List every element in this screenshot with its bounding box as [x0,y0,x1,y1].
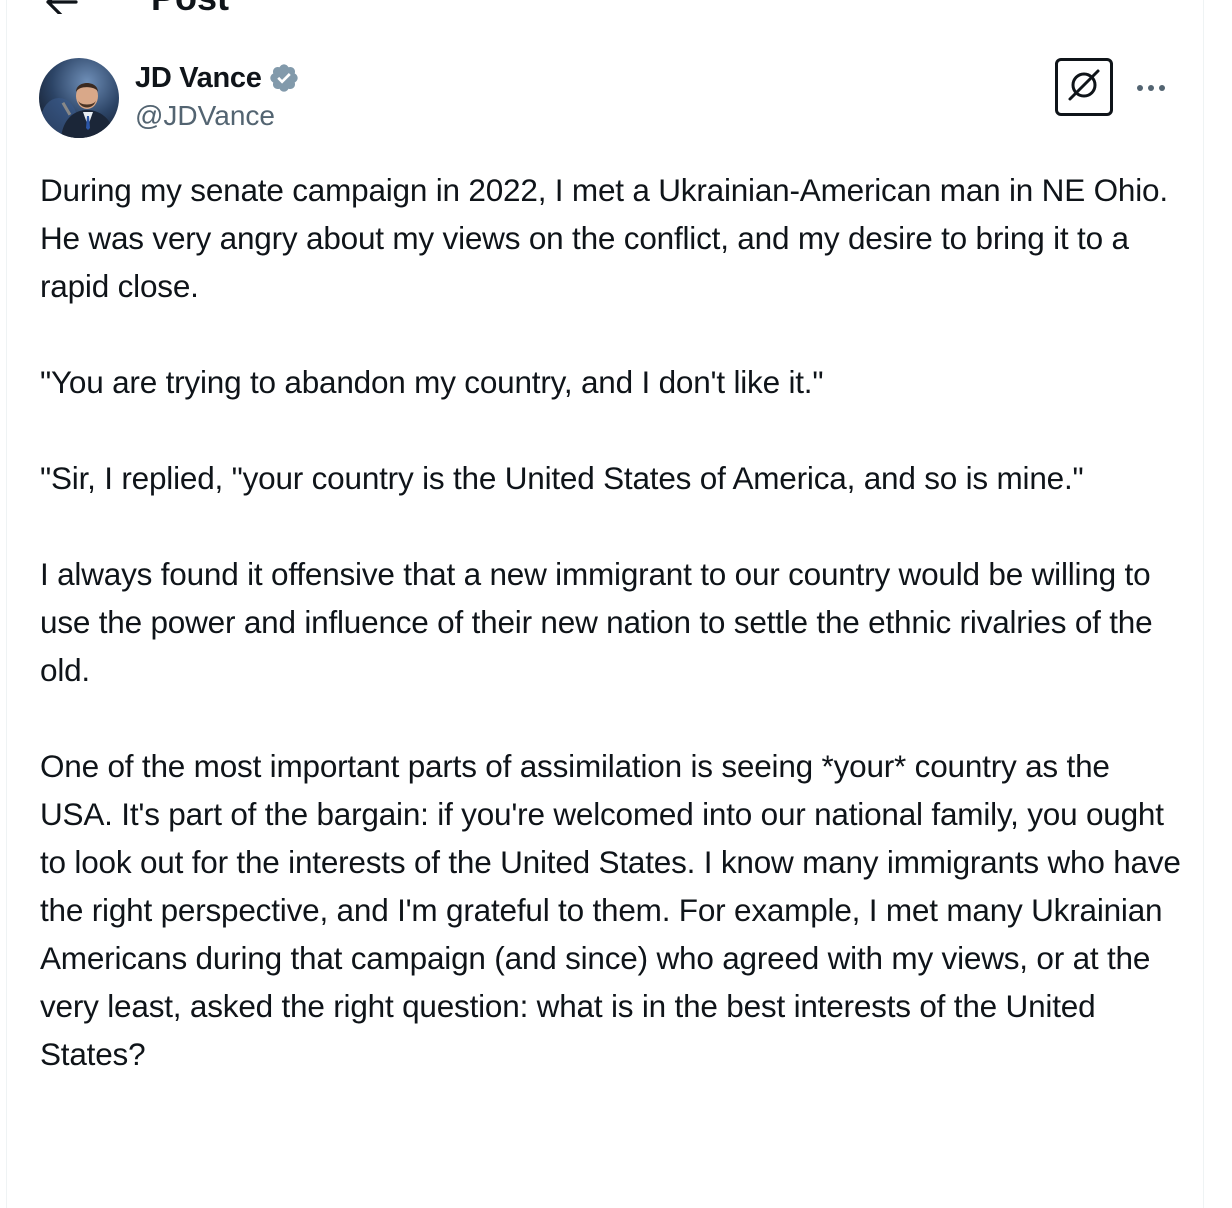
grok-icon [1065,66,1103,109]
author-name[interactable]: JD Vance [135,62,262,95]
back-arrow-icon[interactable] [40,0,80,18]
avatar[interactable] [39,58,119,138]
more-horizontal-icon [1136,79,1166,97]
post-paragraph: One of the most important parts of assim… [40,748,1181,1072]
post-paragraph: During my senate campaign in 2022, I met… [40,172,1168,304]
author-handle[interactable]: @JDVance [135,100,275,132]
column-border-left [6,0,7,1208]
top-bar: Post [0,0,1232,20]
post-header: JD Vance @JDVance [39,58,1179,148]
post-paragraph: "You are trying to abandon my country, a… [40,364,824,400]
page-title: Post [151,0,229,18]
more-options-button[interactable] [1133,74,1169,102]
post-page: Post [0,0,1232,1208]
post-paragraph: "Sir, I replied, "your country is the Un… [40,460,1084,496]
verified-badge-icon[interactable] [268,62,300,94]
post-paragraph: I always found it offensive that a new i… [40,556,1153,688]
post-text: During my senate campaign in 2022, I met… [40,166,1190,1078]
grok-button[interactable] [1055,58,1113,116]
author-name-row: JD Vance [135,60,300,96]
column-border-right [1203,0,1204,1208]
